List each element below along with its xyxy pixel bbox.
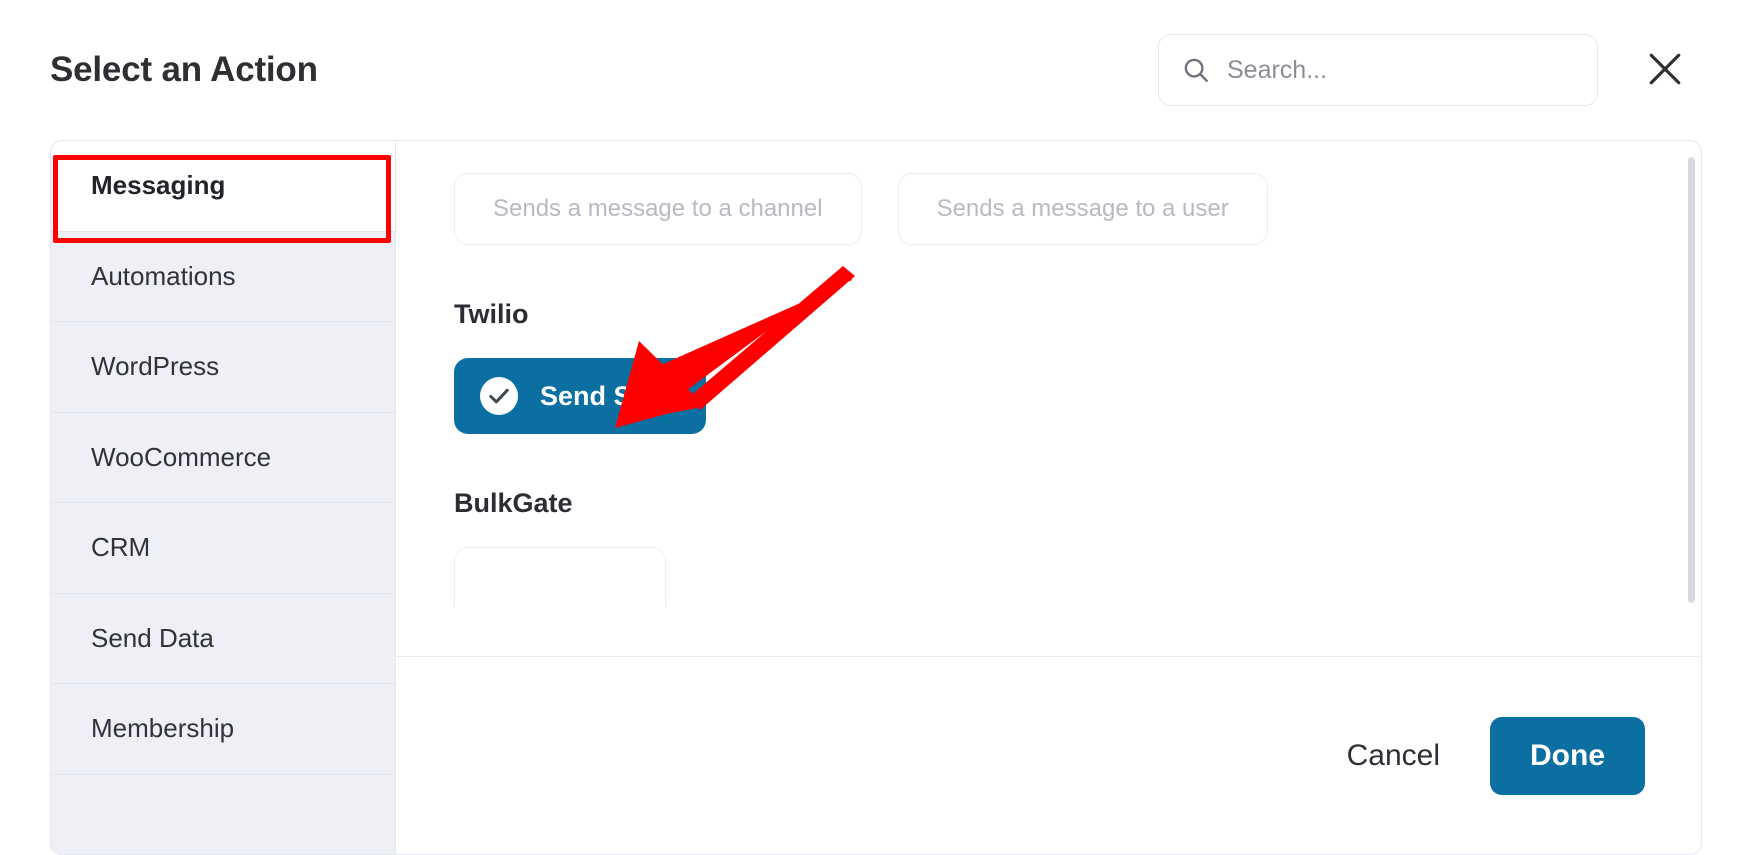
search-box[interactable] (1158, 34, 1598, 106)
sidebar-item-partial[interactable] (51, 775, 395, 805)
scrollbar-thumb[interactable] (1688, 157, 1695, 604)
page-title: Select an Action (50, 50, 318, 89)
sidebar-item-label: Membership (91, 713, 235, 744)
sidebar-item-label: Messaging (91, 170, 226, 201)
modal-header: Select an Action (0, 0, 1746, 140)
actions-scrollbar[interactable] (1688, 157, 1695, 642)
sidebar-item-messaging[interactable]: Messaging (51, 141, 395, 232)
close-icon-button[interactable] (1628, 33, 1702, 107)
sidebar-item-automations[interactable]: Automations (51, 232, 395, 322)
modal-footer: Cancel Done (396, 656, 1701, 854)
sidebar-item-send-data[interactable]: Send Data (51, 594, 395, 684)
done-button[interactable]: Done (1490, 716, 1645, 795)
actions-scroll-area: Sends a message to a channel Sends a mes… (396, 141, 1701, 656)
check-circle-icon (480, 377, 518, 415)
action-chip-channel[interactable]: Sends a message to a channel (454, 173, 862, 245)
send-sms-action[interactable]: Send SMS (454, 358, 707, 434)
sidebar-item-label: CRM (91, 532, 151, 563)
action-chip-partial[interactable] (454, 547, 666, 607)
sidebar-item-membership[interactable]: Membership (51, 684, 395, 775)
action-chip-label: Sends a message to a user (936, 195, 1229, 222)
sidebar-item-wordpress[interactable]: WordPress (51, 322, 395, 413)
actions-panel: Sends a message to a channel Sends a mes… (396, 140, 1702, 855)
action-chip-user[interactable]: Sends a message to a user (897, 173, 1268, 245)
group-title-bulkgate: BulkGate (454, 488, 573, 518)
sidebar-item-label: WordPress (91, 351, 220, 382)
search-input[interactable] (1227, 55, 1575, 85)
category-sidebar: Messaging Automations WordPress WooComme… (50, 140, 396, 855)
select-action-modal: Select an Action Mess (0, 0, 1746, 855)
action-chip-label: Sends a message to a channel (493, 195, 823, 222)
sidebar-item-label: WooCommerce (91, 441, 272, 472)
cancel-button[interactable]: Cancel (1341, 729, 1446, 783)
sidebar-item-label: Automations (91, 260, 236, 291)
modal-body: Messaging Automations WordPress WooComme… (0, 140, 1746, 855)
top-chip-row: Sends a message to a channel Sends a mes… (454, 173, 1661, 245)
close-icon (1643, 47, 1687, 94)
sidebar-item-woocommerce[interactable]: WooCommerce (51, 413, 395, 503)
send-sms-label: Send SMS (540, 380, 673, 411)
sidebar-item-crm[interactable]: CRM (51, 503, 395, 594)
search-icon (1181, 55, 1211, 85)
group-title-twilio: Twilio (454, 299, 529, 329)
sidebar-item-label: Send Data (91, 622, 214, 653)
